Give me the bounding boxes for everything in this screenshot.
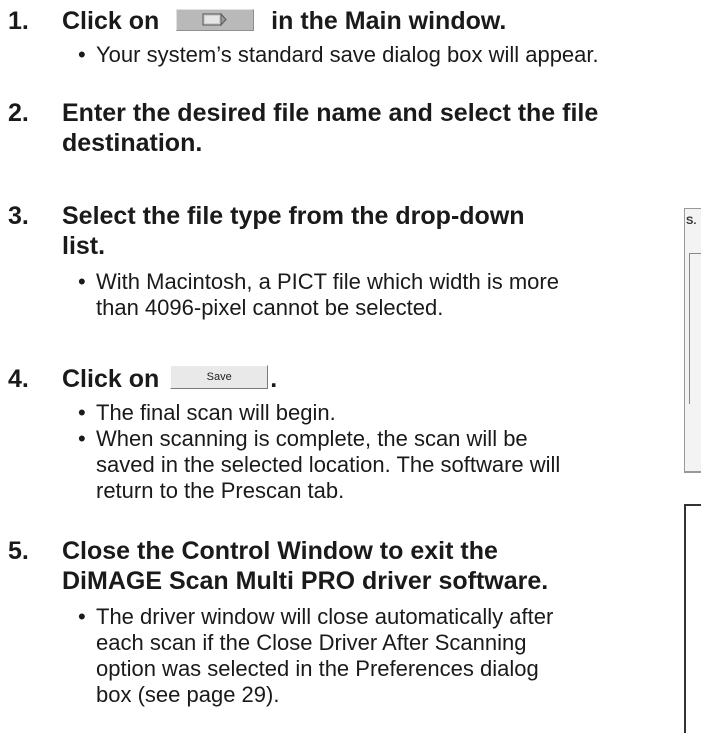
bullet-item: The final scan will begin. — [78, 400, 560, 426]
bullet-list: With Macintosh, a PICT file which width … — [78, 269, 559, 321]
bullet-list: Your system’s standard save dialog box w… — [78, 42, 599, 68]
step-heading: Click on in the Main window. — [62, 6, 506, 36]
bullet-item: Your system’s standard save dialog box w… — [78, 42, 599, 68]
step-heading-line: Enter the desired file name and select t… — [62, 99, 599, 127]
step-heading-line: destination. — [62, 129, 203, 157]
bullet-item-continued: each scan if the Close Driver After Scan… — [96, 630, 527, 655]
step-heading-line: Close the Control Window to exit the — [62, 537, 498, 565]
bullet-list: The driver window will close automatical… — [78, 604, 553, 708]
save-dialog-illustration: S. — [684, 208, 701, 473]
bullet-item: The driver window will close automatical… — [78, 604, 553, 630]
dialog-content-area — [689, 253, 701, 404]
step-number: 1. — [8, 7, 29, 35]
bullet-item-continued: option was selected in the Preferences d… — [96, 656, 539, 681]
step-number: 3. — [8, 202, 29, 230]
step-heading-line: Select the file type from the drop-down — [62, 202, 525, 230]
scan-to-file-button[interactable] — [176, 9, 255, 32]
step-number: 2. — [8, 99, 29, 127]
scan-to-file-button-icon — [202, 13, 227, 27]
step-number: 5. — [8, 537, 29, 565]
step-heading: Click on Save. — [62, 364, 277, 395]
step-heading-line: list. — [62, 232, 106, 260]
step-heading-text: Click on — [62, 7, 160, 35]
step-heading-line: DiMAGE Scan Multi PRO driver software. — [62, 567, 549, 595]
step-heading-text: Click on — [62, 365, 160, 393]
bullet-list: The final scan will begin. When scanning… — [78, 400, 560, 504]
bullet-item-continued: box (see page 29). — [96, 682, 280, 707]
save-button[interactable]: Save — [170, 365, 269, 390]
step-heading-text: in the Main window. — [271, 7, 507, 35]
bullet-item-continued: saved in the selected location. The soft… — [96, 452, 561, 477]
bullet-item-continued: return to the Prescan tab. — [96, 478, 345, 503]
step-number: 4. — [8, 365, 29, 393]
driver-window-illustration — [684, 504, 701, 733]
bullet-item: With Macintosh, a PICT file which width … — [78, 269, 559, 295]
bullet-item-continued: than 4096-pixel cannot be selected. — [96, 295, 444, 320]
step-heading-text: . — [270, 365, 278, 393]
bullet-item: When scanning is complete, the scan will… — [78, 426, 560, 452]
dialog-title-fragment: S. — [686, 215, 697, 227]
